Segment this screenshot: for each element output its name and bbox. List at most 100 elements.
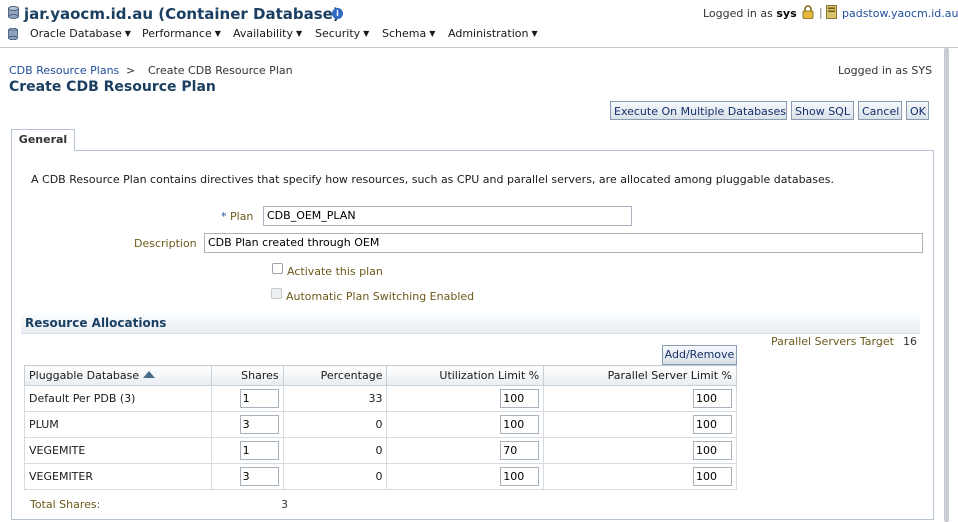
info-icon[interactable]: i [332, 8, 343, 19]
menu-label: Security [315, 27, 361, 40]
plan-intro-text: A CDB Resource Plan contains directives … [31, 173, 835, 186]
logged-in-prefix: Logged in as [703, 7, 773, 20]
page-title: Create CDB Resource Plan [9, 79, 216, 95]
auto-plan-switching-label: Automatic Plan Switching Enabled [286, 290, 475, 303]
target-title: jar.yaocm.id.au (Container Database) [24, 5, 340, 23]
ok-button[interactable]: OK [906, 101, 929, 120]
database-icon [8, 6, 19, 19]
utilization-limit-input[interactable]: 100 [500, 415, 540, 434]
pdb-name: VEGEMITER [24, 463, 212, 490]
chevron-down-icon: ▼ [295, 29, 303, 38]
shares-input[interactable]: 3 [239, 415, 279, 434]
shares-cell: 3 [210, 463, 284, 490]
shares-cell: 3 [210, 411, 284, 438]
menu-performance[interactable]: Performance ▼ [142, 27, 221, 40]
shares-input[interactable]: 1 [239, 389, 279, 408]
menu-label: Schema [382, 27, 427, 40]
parallel-server-limit-input[interactable]: 100 [693, 389, 732, 408]
menu-oracle-database[interactable]: Oracle Database ▼ [30, 27, 131, 40]
shares-cell: 1 [210, 385, 284, 412]
menu-label: Availability [233, 27, 293, 40]
menu-label: Oracle Database [30, 27, 122, 40]
menu-availability[interactable]: Availability ▼ [233, 27, 302, 40]
column-header-percentage: Percentage [282, 365, 388, 386]
parallel-server-limit-input[interactable]: 100 [693, 415, 732, 434]
total-shares-label: Total Shares: [30, 498, 101, 511]
percentage-cell: 0 [282, 463, 388, 490]
px-limit-cell: 100 [543, 385, 737, 412]
logged-in-user: sys [776, 7, 797, 20]
table-row: VEGEMITER 3 0 100 100 [24, 463, 737, 490]
database-menu-icon [8, 28, 18, 40]
menu-security[interactable]: Security ▼ [315, 27, 369, 40]
description-input[interactable]: CDB Plan created through OEM [204, 233, 923, 253]
menu-label: Administration [448, 27, 529, 40]
breadcrumb-separator: > [126, 64, 136, 77]
utilization-limit-input[interactable]: 100 [500, 389, 540, 408]
host-link[interactable]: padstow.yaocm.id.au [842, 7, 958, 20]
shares-input[interactable]: 3 [239, 467, 279, 486]
column-header-utilization-limit: Utilization Limit % [386, 365, 545, 386]
plan-label: * Plan [221, 210, 253, 223]
column-header-label: Pluggable Database [29, 369, 140, 382]
execute-multiple-databases-button[interactable]: Execute On Multiple Databases [610, 101, 787, 120]
add-remove-button[interactable]: Add/Remove [662, 345, 737, 365]
lock-icon [802, 5, 814, 19]
parallel-server-limit-input[interactable]: 100 [693, 441, 732, 460]
logged-in-status: Logged in as SYS [838, 64, 933, 77]
activate-plan-checkbox[interactable] [272, 263, 283, 274]
pdb-name: VEGEMITE [24, 437, 212, 464]
parallel-servers-target-value: 16 [903, 335, 917, 348]
chevron-down-icon: ▼ [429, 29, 436, 38]
resource-allocations-table: Pluggable Database Shares Percentage Uti… [24, 365, 737, 490]
logged-in-top: Logged in as sys [703, 7, 797, 20]
vertical-scrollbar[interactable] [944, 48, 949, 522]
cancel-button[interactable]: Cancel [858, 101, 902, 120]
breadcrumb-parent-link[interactable]: CDB Resource Plans [9, 64, 119, 77]
percentage-cell: 0 [282, 411, 388, 438]
util-limit-cell: 70 [386, 437, 545, 464]
percentage-cell: 0 [282, 437, 388, 464]
chevron-down-icon: ▼ [363, 29, 370, 38]
parallel-server-limit-input[interactable]: 100 [693, 467, 732, 486]
auto-plan-switching-checkbox[interactable] [271, 288, 282, 299]
column-header-pdb[interactable]: Pluggable Database [24, 365, 212, 386]
menu-schema[interactable]: Schema ▼ [382, 27, 435, 40]
menu-administration[interactable]: Administration ▼ [448, 27, 538, 40]
chevron-down-icon: ▼ [124, 29, 131, 38]
util-limit-cell: 100 [386, 463, 545, 490]
utilization-limit-input[interactable]: 70 [500, 441, 540, 460]
plan-label-text: Plan [230, 210, 254, 223]
table-row: PLUM 3 0 100 100 [24, 411, 737, 438]
chevron-down-icon: ▼ [214, 29, 221, 38]
parallel-servers-target-label: Parallel Servers Target [771, 335, 894, 348]
table-row: VEGEMITE 1 0 70 100 [24, 437, 737, 464]
plan-name-input[interactable]: CDB_OEM_PLAN [263, 206, 632, 226]
chevron-down-icon: ▼ [531, 29, 538, 38]
shares-input[interactable]: 1 [239, 441, 279, 460]
header-divider [0, 47, 958, 48]
table-header-row: Pluggable Database Shares Percentage Uti… [24, 365, 737, 386]
utilization-limit-input[interactable]: 100 [500, 467, 540, 486]
required-marker: * [221, 210, 227, 223]
show-sql-button[interactable]: Show SQL [791, 101, 854, 120]
percentage-cell: 33 [282, 385, 388, 412]
total-shares-value: 3 [281, 498, 288, 511]
resource-allocations-title: Resource Allocations [25, 316, 167, 330]
sort-ascending-icon[interactable] [143, 371, 156, 378]
px-limit-cell: 100 [543, 411, 737, 438]
shares-cell: 1 [210, 437, 284, 464]
tab-general[interactable]: General [11, 129, 75, 151]
description-label: Description [134, 237, 197, 250]
breadcrumb-current: Create CDB Resource Plan [148, 64, 293, 77]
column-header-parallel-server-limit: Parallel Server Limit % [543, 365, 737, 386]
util-limit-cell: 100 [386, 411, 545, 438]
pdb-name: Default Per PDB (3) [24, 385, 212, 412]
pdb-name: PLUM [24, 411, 212, 438]
table-row: Default Per PDB (3) 1 33 100 100 [24, 385, 737, 412]
resource-allocations-header: Resource Allocations [21, 311, 920, 334]
px-limit-cell: 100 [543, 463, 737, 490]
activate-plan-label: Activate this plan [287, 265, 383, 278]
menu-label: Performance [142, 27, 212, 40]
host-icon [826, 5, 837, 19]
